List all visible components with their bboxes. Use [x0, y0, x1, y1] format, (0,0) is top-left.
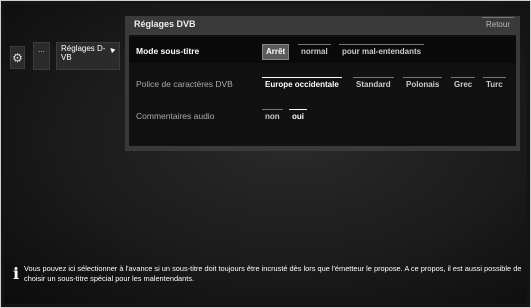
panel-title: Réglages DVB	[134, 19, 196, 29]
tv-screen: ⚙ ... Réglages D-VB ▲ Réglages DVB Retou…	[4, 4, 527, 304]
setting-label: Commentaires audio	[136, 111, 215, 121]
breadcrumb-tile[interactable]: Réglages D-VB ▲	[56, 42, 120, 70]
setting-row-dvb-font[interactable]: Police de caractères DVB Europe occident…	[129, 70, 516, 96]
option-polish[interactable]: Polonais	[403, 77, 443, 92]
option-greek[interactable]: Grec	[451, 77, 476, 92]
option-no[interactable]: non	[262, 109, 283, 124]
setting-row-subtitle-mode[interactable]: Mode sous-titre Arrêt normal pour mal-en…	[129, 37, 516, 63]
back-button[interactable]: Retour	[481, 17, 514, 31]
help-text-content: Vous pouvez ici sélectionner à l'avance …	[24, 264, 522, 283]
more-tile[interactable]: ...	[33, 42, 50, 70]
info-icon: i	[13, 264, 20, 283]
help-text: i Vous pouvez ici sélectionner à l'avanc…	[13, 264, 529, 284]
option-yes[interactable]: oui	[289, 109, 307, 124]
dvb-settings-panel: Réglages DVB Retour Mode sous-titre Arrê…	[125, 16, 520, 151]
tv-screen-frame: ⚙ ... Réglages D-VB ▲ Réglages DVB Retou…	[0, 0, 531, 308]
setting-label: Police de caractères DVB	[136, 79, 233, 89]
option-normal[interactable]: normal	[298, 44, 331, 59]
option-western-europe[interactable]: Europe occidentale	[262, 77, 342, 92]
settings-tile[interactable]: ⚙	[10, 46, 25, 69]
gear-icon: ⚙	[12, 50, 23, 65]
option-standard[interactable]: Standard	[353, 77, 394, 92]
breadcrumb-label: Réglages D-VB	[61, 44, 106, 62]
more-label: ...	[38, 45, 45, 54]
setting-row-audio-commentary[interactable]: Commentaires audio non oui	[129, 102, 516, 128]
settings-list: Mode sous-titre Arrêt normal pour mal-en…	[129, 35, 516, 146]
option-hearing-impaired[interactable]: pour mal-entendants	[339, 44, 425, 59]
option-off[interactable]: Arrêt	[262, 44, 290, 60]
option-turkish[interactable]: Turc	[483, 77, 506, 92]
setting-label: Mode sous-titre	[136, 46, 200, 56]
corner-arrow-icon: ▲	[106, 43, 119, 56]
panel-header: Réglages DVB Retour	[125, 16, 520, 34]
